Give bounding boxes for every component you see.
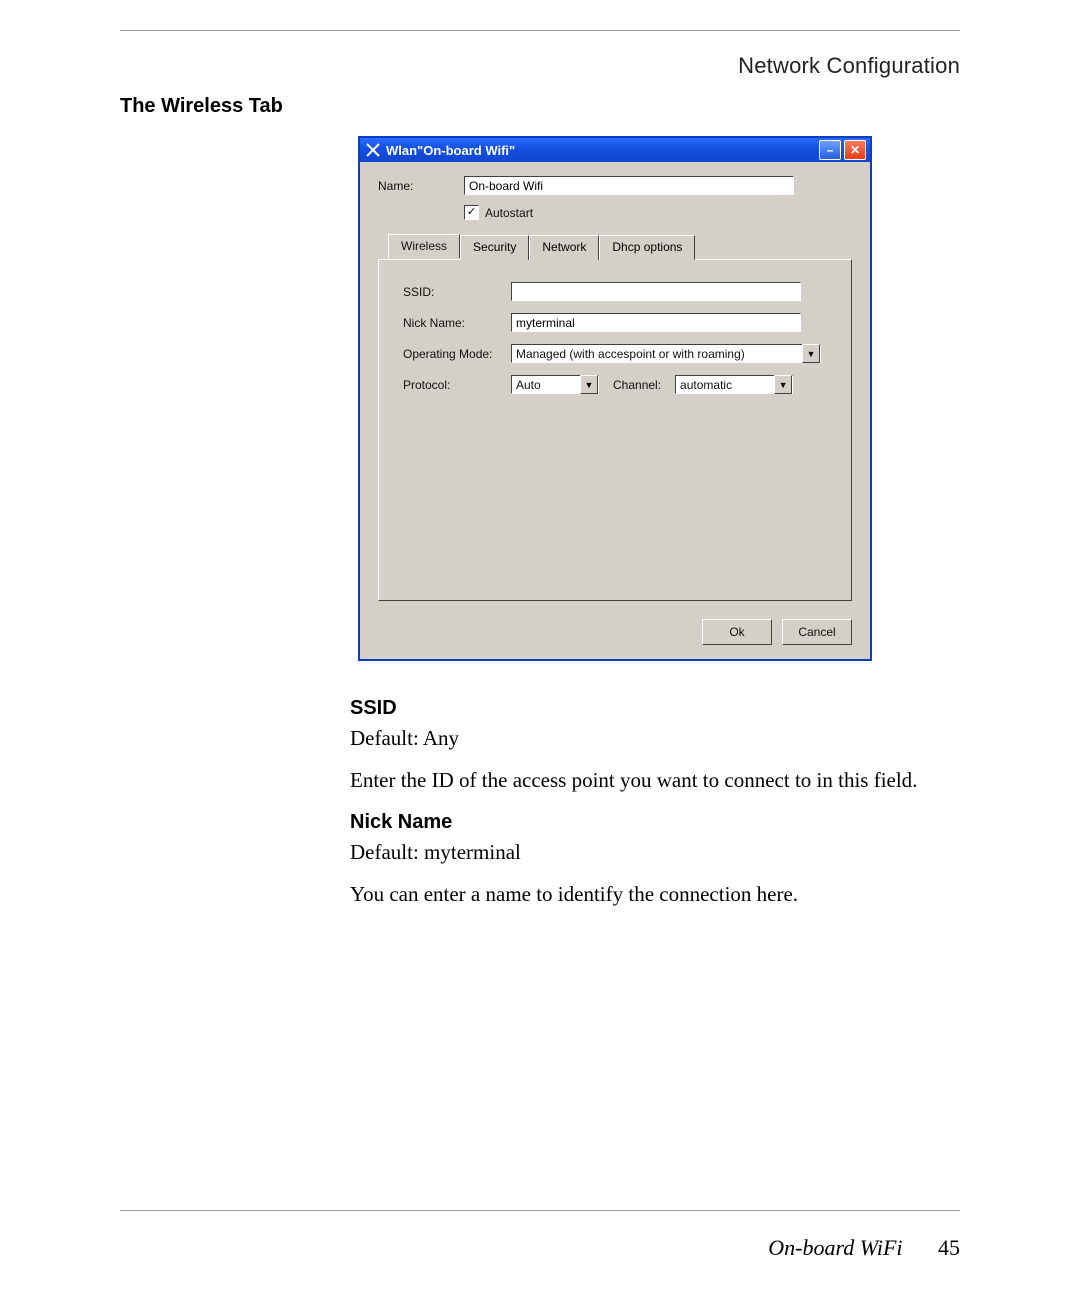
page-footer: On-board WiFi 45 [768,1235,960,1261]
close-button[interactable]: ✕ [844,140,866,160]
window-title: Wlan"On-board Wifi" [386,143,816,158]
nickname-input[interactable] [511,313,801,332]
ssid-default-text: Default: Any [350,724,960,752]
ssid-input[interactable] [511,282,801,301]
close-icon: ✕ [850,144,860,156]
protocol-label: Protocol: [403,378,511,392]
nickname-label: Nick Name: [403,316,511,330]
tab-strip: Wireless Security Network Dhcp options [378,234,852,259]
minimize-icon: – [827,144,834,156]
ssid-description: Enter the ID of the access point you wan… [350,766,960,794]
channel-select[interactable]: automatic ▼ [675,375,793,394]
tab-dhcp-options[interactable]: Dhcp options [599,235,695,260]
channel-label: Channel: [613,378,661,392]
ssid-label: SSID: [403,285,511,299]
titlebar[interactable]: Wlan"On-board Wifi" – ✕ [360,138,870,162]
tab-security[interactable]: Security [460,235,529,260]
nickname-default-text: Default: myterminal [350,838,960,866]
channel-value: automatic [676,378,774,392]
operating-mode-label: Operating Mode: [403,347,511,361]
minimize-button[interactable]: – [819,140,841,160]
nickname-heading: Nick Name [350,811,960,834]
autostart-label: Autostart [485,206,533,220]
footer-page-number: 45 [938,1235,960,1260]
chevron-down-icon: ▼ [580,375,598,394]
bottom-rule [120,1210,960,1211]
chevron-down-icon: ▼ [802,344,820,363]
ok-button[interactable]: Ok [702,619,772,645]
top-rule [120,30,960,31]
name-label: Name: [378,179,464,193]
chevron-down-icon: ▼ [774,375,792,394]
app-x-icon [366,143,380,157]
nickname-description: You can enter a name to identify the con… [350,880,960,908]
tab-wireless[interactable]: Wireless [388,234,460,259]
running-head: Network Configuration [120,53,960,79]
tab-network[interactable]: Network [529,235,599,260]
protocol-value: Auto [512,378,580,392]
cancel-button[interactable]: Cancel [782,619,852,645]
autostart-checkbox[interactable]: ✓ [464,205,479,220]
operating-mode-select[interactable]: Managed (with accespoint or with roaming… [511,344,821,363]
footer-section: On-board WiFi [768,1235,902,1260]
wlan-dialog: Wlan"On-board Wifi" – ✕ Name: ✓ Autostar… [358,136,872,661]
protocol-select[interactable]: Auto ▼ [511,375,599,394]
name-input[interactable] [464,176,794,195]
tab-panel-wireless: SSID: Nick Name: Operating Mode: Managed… [378,259,852,601]
section-title: The Wireless Tab [120,95,960,118]
operating-mode-value: Managed (with accespoint or with roaming… [512,347,802,361]
ssid-heading: SSID [350,697,960,720]
